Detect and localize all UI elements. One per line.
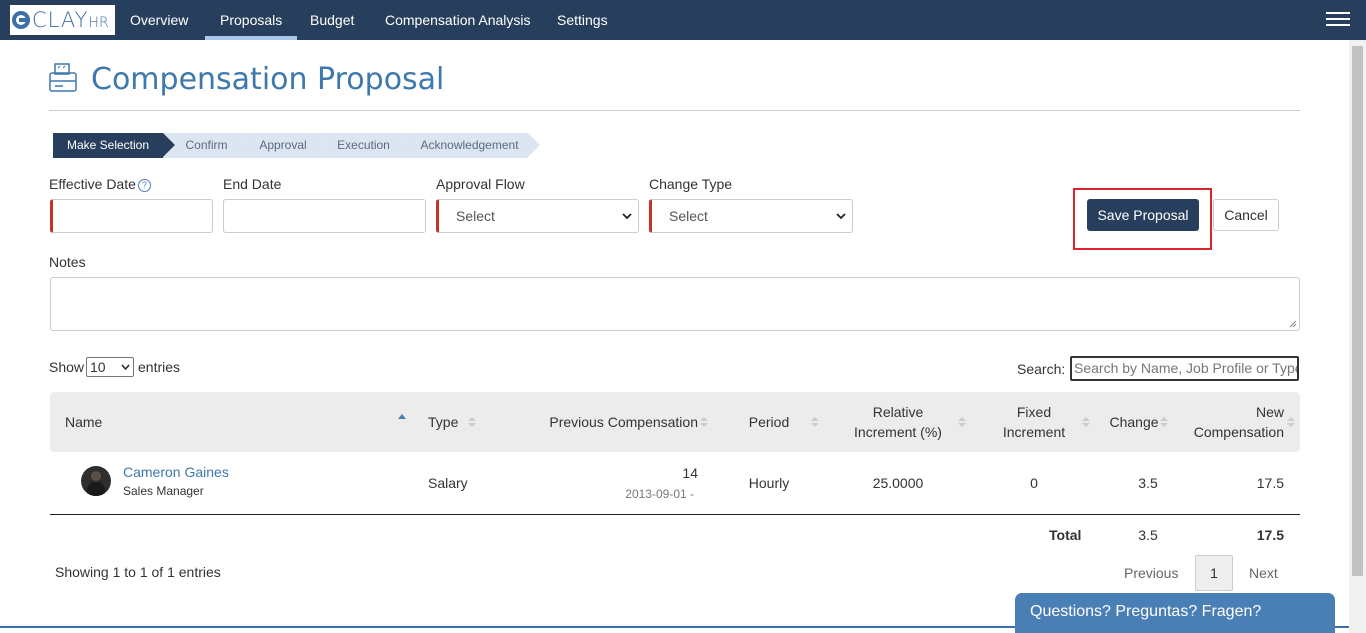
page-length-select[interactable]: 10: [86, 357, 134, 377]
total-change: 3.5: [1138, 527, 1158, 543]
avatar: [81, 466, 111, 496]
resize-handle-icon[interactable]: [1289, 320, 1297, 328]
sort-icon[interactable]: [811, 416, 819, 428]
chevron-down-icon: [836, 213, 846, 220]
clayhr-logo[interactable]: CLAYHR: [10, 5, 115, 35]
nav-settings[interactable]: Settings: [542, 0, 623, 40]
table-divider: [50, 514, 1300, 515]
nav-proposals[interactable]: Proposals: [205, 0, 298, 40]
effective-date-label: Effective Date?: [49, 176, 151, 192]
end-date-input[interactable]: [223, 199, 426, 233]
cancel-button[interactable]: Cancel: [1213, 199, 1279, 231]
sort-icon[interactable]: [700, 416, 708, 428]
search-input[interactable]: Search by Name, Job Profile or Type: [1070, 356, 1299, 381]
table-info: Showing 1 to 1 of 1 entries: [55, 564, 221, 580]
chat-widget[interactable]: Questions? Preguntas? Fragen?: [1015, 593, 1335, 633]
chevron-down-icon: [121, 364, 130, 371]
col-change-header[interactable]: Change: [1104, 412, 1164, 432]
cell-previous-date: 2013-09-01 -: [625, 487, 694, 501]
page-title: Compensation Proposal: [91, 62, 445, 97]
sort-icon[interactable]: [958, 416, 966, 428]
sort-icon[interactable]: [1082, 416, 1090, 428]
sort-asc-icon[interactable]: [398, 414, 406, 426]
cell-previous-compensation: 14: [682, 465, 698, 481]
col-fixed-increment-header[interactable]: Fixed Increment: [994, 402, 1074, 442]
col-name-header[interactable]: Name: [65, 412, 102, 432]
chevron-down-icon: [622, 213, 632, 220]
sort-icon[interactable]: [1160, 416, 1168, 428]
employee-name-link[interactable]: Cameron Gaines: [123, 464, 229, 480]
effective-date-input[interactable]: [50, 199, 213, 233]
vertical-scrollbar[interactable]: [1349, 40, 1366, 633]
sort-icon[interactable]: [468, 416, 476, 428]
logo-mark-icon: [12, 11, 30, 29]
cell-relative-increment: 25.0000: [872, 475, 924, 491]
col-previous-compensation-header[interactable]: Previous Compensation: [540, 412, 698, 432]
approval-flow-label: Approval Flow: [436, 176, 525, 192]
search-label: Search:: [1017, 361, 1066, 377]
hamburger-menu-icon[interactable]: [1326, 12, 1350, 28]
col-period-header[interactable]: Period: [740, 412, 798, 432]
title-divider: [49, 110, 1300, 111]
change-type-label: Change Type: [649, 176, 733, 192]
approval-flow-value: Select: [456, 208, 495, 224]
scrollbar-thumb[interactable]: [1352, 46, 1363, 576]
notes-label: Notes: [49, 254, 86, 270]
col-relative-increment-header[interactable]: Relative Increment (%): [848, 402, 948, 442]
employee-job-title: Sales Manager: [123, 484, 204, 498]
logo-text: CLAY: [32, 8, 89, 32]
step-execution[interactable]: Execution: [316, 133, 411, 158]
col-type-header[interactable]: Type: [428, 412, 458, 432]
cell-fixed-increment: 0: [1030, 475, 1038, 491]
cell-new-compensation: 17.5: [1256, 475, 1284, 491]
pagination-next[interactable]: Next: [1249, 565, 1278, 581]
total-label: Total: [1049, 527, 1082, 543]
nav-budget[interactable]: Budget: [295, 0, 369, 40]
pagination-page-1[interactable]: 1: [1195, 555, 1233, 591]
approval-flow-select[interactable]: Select: [436, 199, 639, 233]
col-new-compensation-header[interactable]: New Compensation: [1180, 402, 1284, 442]
cell-change: 3.5: [1138, 475, 1158, 491]
show-label: Show: [49, 359, 85, 375]
cell-period: Hourly: [748, 475, 790, 491]
change-type-select[interactable]: Select: [649, 199, 853, 233]
cell-type: Salary: [428, 475, 468, 491]
step-make-selection[interactable]: Make Selection: [53, 133, 175, 158]
step-acknowledgement[interactable]: Acknowledgement: [399, 133, 540, 158]
top-navbar: CLAYHR Overview Proposals Budget Compens…: [0, 0, 1366, 40]
nav-overview[interactable]: Overview: [115, 0, 203, 40]
sort-icon[interactable]: [1287, 416, 1295, 428]
notes-textarea[interactable]: [50, 277, 1300, 331]
help-icon[interactable]: ?: [137, 179, 151, 192]
save-proposal-button[interactable]: Save Proposal: [1087, 199, 1199, 231]
printer-document-icon: [49, 63, 77, 92]
nav-compensation-analysis[interactable]: Compensation Analysis: [370, 0, 546, 40]
pagination-previous[interactable]: Previous: [1124, 565, 1178, 581]
entries-label: entries: [138, 359, 181, 375]
total-new-compensation: 17.5: [1256, 527, 1284, 543]
change-type-value: Select: [669, 208, 708, 224]
logo-suffix: HR: [88, 15, 109, 31]
end-date-label: End Date: [223, 176, 282, 192]
